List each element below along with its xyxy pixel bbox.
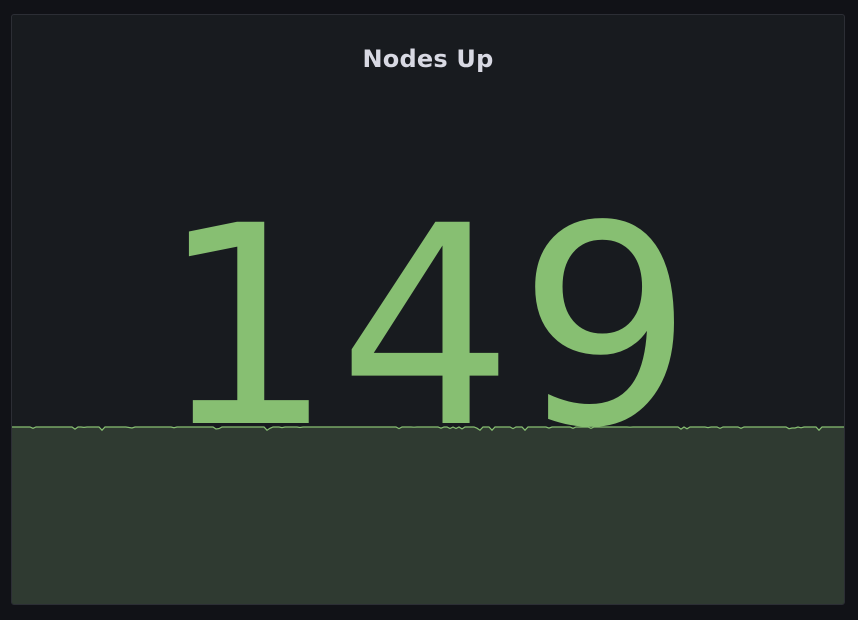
sparkline (12, 426, 844, 604)
stat-panel[interactable]: Nodes Up 149 (11, 14, 845, 605)
sparkline-area (12, 427, 844, 604)
panel-title[interactable]: Nodes Up (12, 45, 844, 73)
